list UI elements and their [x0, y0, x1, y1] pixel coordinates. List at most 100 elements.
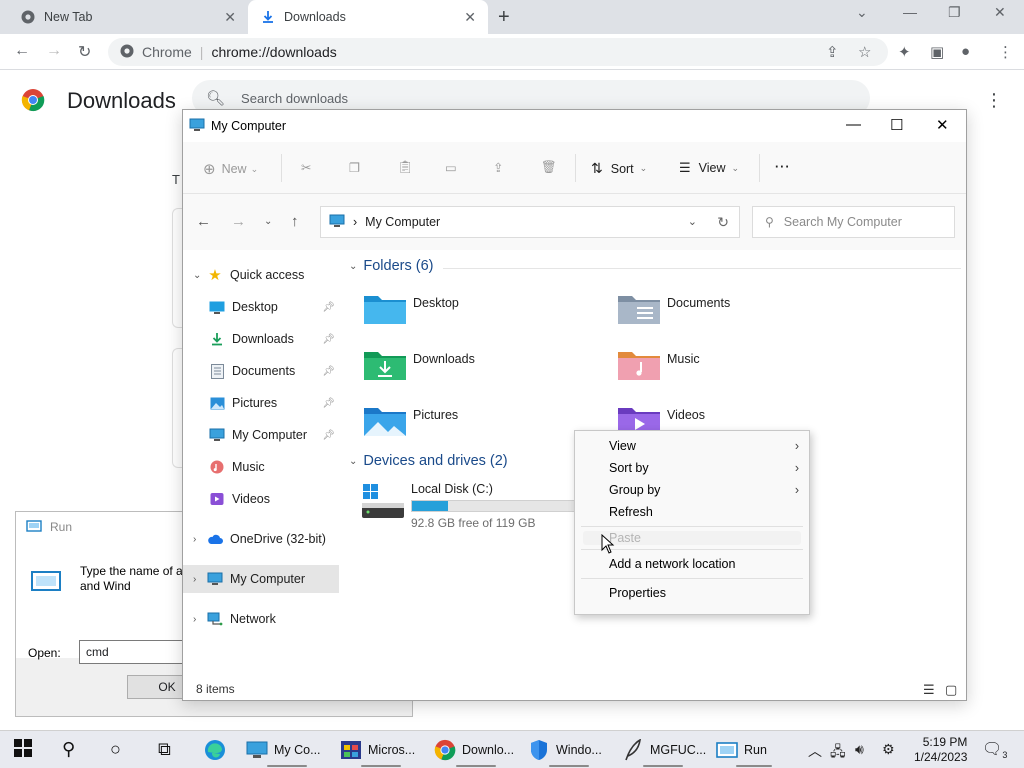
pin-icon[interactable]: 📌︎ [322, 334, 335, 345]
rename-icon[interactable]: ▭ [445, 160, 457, 175]
delete-icon[interactable]: 🗑︎ [541, 160, 557, 175]
close-icon[interactable]: ✕ [936, 116, 949, 134]
up-icon[interactable]: ↑ [291, 213, 299, 230]
details-view-icon[interactable]: ☰ [923, 682, 935, 698]
menu-item-sort-by[interactable]: Sort by › [575, 457, 809, 479]
back-icon[interactable]: ← [196, 213, 211, 230]
search-icon[interactable]: ⚲ [62, 739, 75, 760]
nav-item-documents[interactable]: Documents 📌︎ [183, 357, 339, 385]
address-bar[interactable]: › My Computer ⌄ ↻ [320, 206, 740, 238]
more-options-button[interactable]: ··· [775, 160, 791, 174]
volume-icon[interactable]: 🔊︎ [855, 741, 864, 758]
maximize-icon[interactable]: ☐ [890, 116, 903, 134]
chevron-down-icon[interactable]: ⌄ [688, 215, 697, 228]
omnibox[interactable]: Chrome | chrome://downloads [108, 38, 888, 66]
chevron-right-icon[interactable]: › [193, 574, 207, 585]
back-icon[interactable]: ← [14, 42, 30, 60]
taskbar-app-run[interactable]: Run [712, 731, 796, 768]
menu-item-refresh[interactable]: Refresh [575, 501, 809, 523]
minimize-icon[interactable]: — [846, 116, 861, 133]
minimize-icon[interactable]: — [903, 4, 917, 20]
close-window-icon[interactable]: ✕ [994, 4, 1006, 21]
bookmark-star-icon[interactable]: ☆ [858, 43, 871, 61]
open-input[interactable]: cmd [79, 640, 199, 664]
pin-icon[interactable]: 📌︎ [322, 430, 335, 441]
more-options-icon[interactable]: ⋮ [985, 90, 1003, 111]
reload-icon[interactable]: ↻ [78, 42, 91, 62]
nav-my-computer[interactable]: › My Computer [183, 565, 339, 593]
refresh-icon[interactable]: ↻ [717, 214, 729, 231]
restore-icon[interactable]: ❐ [948, 4, 961, 21]
chrome-menu-icon[interactable]: ⋮ [998, 43, 1013, 61]
view-button[interactable]: ☰ View ⌄ [679, 160, 739, 176]
nav-item-desktop[interactable]: Desktop 📌︎ [183, 293, 339, 321]
taskbar-app-chrome[interactable]: Downlo... [430, 731, 522, 768]
tab-search-icon[interactable]: ⌄ [856, 4, 868, 21]
nav-quick-access[interactable]: ⌄ ★ Quick access [183, 261, 339, 289]
sort-button[interactable]: ⇅ Sort ⌄ [591, 160, 647, 177]
nav-item-downloads[interactable]: Downloads 📌︎ [183, 325, 339, 353]
folder-documents[interactable]: Documents [617, 290, 730, 326]
clock[interactable]: 5:19 PM 1/24/2023 [914, 735, 967, 765]
paste-icon[interactable]: 📋︎ [397, 160, 413, 175]
tray-overflow-icon[interactable]: ︿ [808, 741, 822, 761]
pin-icon[interactable]: 📌︎ [322, 366, 335, 377]
drive-c[interactable]: Local Disk (C:) 92.8 GB free of 119 GB [361, 482, 575, 530]
profile-icon[interactable]: ● [961, 43, 970, 60]
explorer-search[interactable]: ⚲ Search My Computer [752, 206, 955, 238]
chevron-right-icon[interactable]: › [193, 614, 207, 625]
share-icon[interactable]: ⇪ [493, 160, 503, 175]
computer-icon [189, 118, 205, 135]
folders-group-header[interactable]: ⌄ Folders (6) [349, 258, 434, 274]
taskbar-app-microsoft[interactable]: Micros... [336, 731, 426, 768]
taskbar-app-windows-security[interactable]: Windo... [524, 731, 614, 768]
task-view-icon[interactable]: ⧉ [158, 739, 171, 760]
close-icon[interactable]: ✕ [464, 9, 476, 26]
menu-item-group-by[interactable]: Group by › [575, 479, 809, 501]
nav-item-pictures[interactable]: Pictures 📌︎ [183, 389, 339, 417]
new-tab-icon[interactable]: + [498, 6, 510, 29]
extensions-icon[interactable]: ✦ [898, 43, 911, 61]
menu-item-view[interactable]: View › [575, 435, 809, 457]
folder-music[interactable]: Music [617, 346, 700, 382]
nav-item-music[interactable]: Music [183, 453, 339, 481]
taskbar-app-mgfuc[interactable]: MGFUC... [618, 731, 708, 768]
nav-item-my-computer[interactable]: My Computer 📌︎ [183, 421, 339, 449]
nav-network[interactable]: › Network [183, 605, 339, 633]
close-icon[interactable]: ✕ [224, 9, 236, 26]
notification-icon[interactable]: 🗨︎3 [982, 739, 1007, 760]
share-icon[interactable]: ⇪ [826, 43, 839, 61]
windows-start-icon[interactable] [14, 739, 32, 762]
network-icon[interactable]: 🖧︎ [830, 741, 846, 765]
chevron-down-icon[interactable]: ⌄ [193, 270, 207, 281]
run-icon [26, 519, 42, 536]
tab-new-tab[interactable]: New Tab ✕ [8, 0, 248, 34]
chevron-down-icon: ⌄ [250, 163, 259, 174]
recent-locations-icon[interactable]: ⌄ [264, 216, 272, 227]
pin-icon[interactable]: 📌︎ [322, 302, 335, 313]
tab-downloads[interactable]: Downloads ✕ [248, 0, 488, 34]
taskbar-app-my-computer[interactable]: My Co... [242, 731, 332, 768]
edge-icon[interactable] [204, 739, 226, 766]
side-panel-icon[interactable]: ▣ [930, 43, 944, 61]
forward-icon[interactable]: → [231, 213, 246, 230]
cut-icon[interactable]: ✂ [301, 160, 311, 175]
copy-icon[interactable]: ❐ [349, 160, 360, 175]
menu-item-paste[interactable]: Paste [583, 531, 801, 545]
cortana-icon[interactable]: ○ [110, 739, 121, 760]
nav-onedrive[interactable]: › OneDrive (32-bit) [183, 525, 339, 553]
folder-pictures[interactable]: Pictures [363, 402, 458, 438]
nav-item-videos[interactable]: Videos [183, 485, 339, 513]
nav-label: Documents [232, 364, 296, 378]
devices-group-header[interactable]: ⌄ Devices and drives (2) [349, 453, 508, 469]
downloads-folder-icon [364, 352, 406, 380]
settings-gear-icon[interactable]: ⚙ [882, 741, 895, 758]
folder-desktop[interactable]: Desktop [363, 290, 459, 326]
new-button[interactable]: ⊕ New ⌄ [203, 160, 258, 178]
folder-downloads[interactable]: Downloads [363, 346, 475, 382]
forward-icon[interactable]: → [46, 42, 62, 60]
pin-icon[interactable]: 📌︎ [322, 398, 335, 409]
chevron-right-icon[interactable]: › [193, 534, 207, 545]
large-icons-view-icon[interactable]: ▢ [945, 682, 957, 698]
menu-item-properties[interactable]: Properties [575, 582, 809, 604]
